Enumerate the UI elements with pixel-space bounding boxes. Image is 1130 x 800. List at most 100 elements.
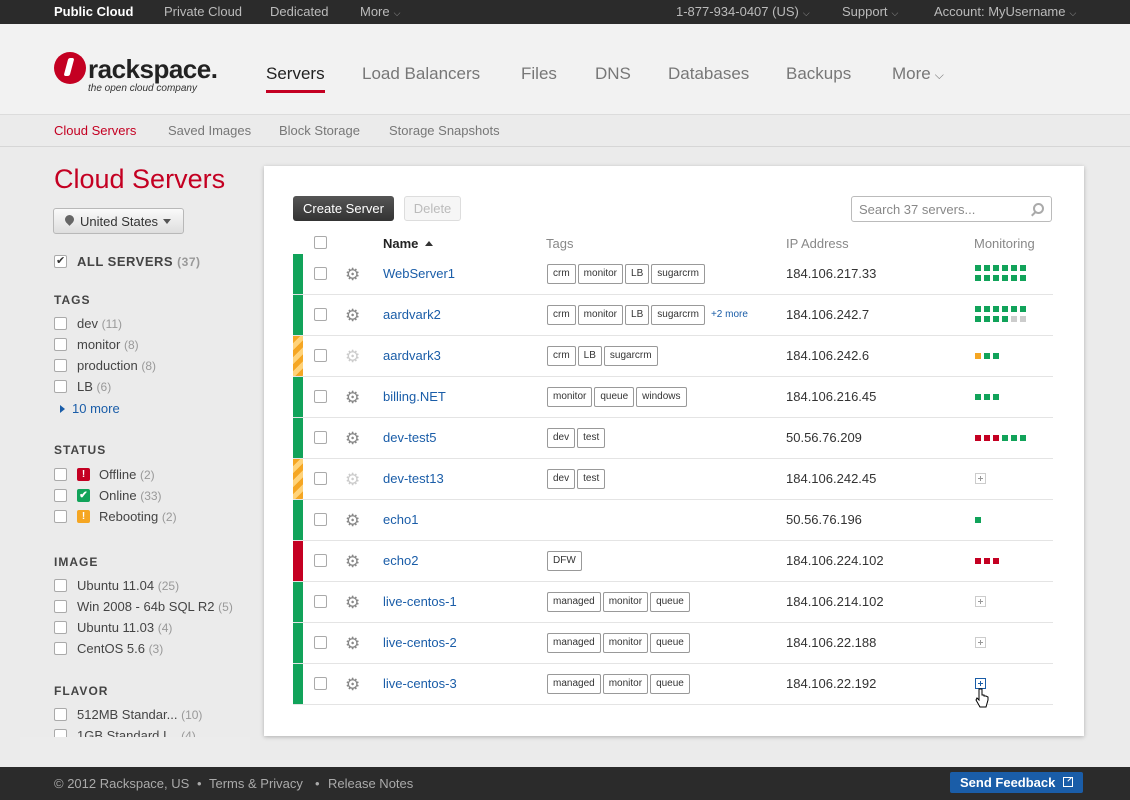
monitoring-status[interactable] — [975, 387, 1035, 407]
monitoring-status[interactable] — [975, 264, 1035, 284]
tag-chip[interactable]: windows — [636, 387, 687, 407]
tab-dedicated[interactable]: Dedicated — [270, 4, 329, 19]
server-row[interactable]: ⚙ WebServer1 crm monitor LB sugarcrm 184.106.2… — [293, 254, 1053, 295]
server-name-link[interactable]: dev-test5 — [383, 430, 436, 445]
tag-chip[interactable]: LB — [577, 346, 602, 366]
monitoring-status[interactable] — [975, 633, 1035, 653]
send-feedback-button[interactable]: Send Feedback — [950, 772, 1083, 793]
server-name-link[interactable]: live-centos-2 — [383, 635, 457, 650]
monitoring-status[interactable] — [975, 305, 1035, 325]
nav-files[interactable]: Files — [521, 64, 557, 84]
server-name-link[interactable]: echo2 — [383, 553, 418, 568]
tag-chip[interactable]: LB — [625, 305, 650, 325]
monitoring-status[interactable] — [975, 469, 1035, 489]
column-header-ip[interactable]: IP Address — [786, 236, 849, 251]
row-checkbox[interactable] — [314, 513, 327, 526]
tag-chip[interactable]: queue — [650, 674, 690, 694]
gear-icon[interactable]: ⚙ — [345, 471, 362, 488]
image-checkbox[interactable] — [54, 600, 67, 613]
server-name-link[interactable]: billing.NET — [383, 389, 446, 404]
delete-button[interactable]: Delete — [404, 196, 461, 221]
more-tags-link[interactable]: 10 more — [60, 401, 120, 416]
tag-chip[interactable]: sugarcrm — [651, 264, 705, 284]
row-checkbox[interactable] — [314, 636, 327, 649]
nav-load-balancers[interactable]: Load Balancers — [362, 64, 480, 84]
server-row[interactable]: ⚙ aardvark3 crm LB sugarcrm 184.106.242.6 — [293, 336, 1053, 377]
nav-databases[interactable]: Databases — [668, 64, 749, 84]
status-checkbox[interactable] — [54, 489, 67, 502]
server-row[interactable]: ⚙ dev-test5 dev test 50.56.76.209 — [293, 418, 1053, 459]
phone-menu[interactable]: 1-877-934-0407 (US) ⌵ — [676, 4, 810, 19]
subnav-block-storage[interactable]: Block Storage — [279, 123, 360, 138]
create-server-button[interactable]: Create Server — [293, 196, 394, 221]
tag-chip[interactable]: monitor — [602, 674, 649, 694]
gear-icon[interactable]: ⚙ — [345, 307, 362, 324]
tag-chip[interactable]: dev — [547, 428, 576, 448]
tag-chip[interactable]: monitor — [602, 633, 649, 653]
status-checkbox[interactable] — [54, 468, 67, 481]
tag-checkbox[interactable] — [54, 359, 67, 372]
tag-chip[interactable]: managed — [547, 592, 601, 612]
monitoring-status[interactable] — [975, 510, 1035, 530]
monitoring-status[interactable] — [975, 592, 1035, 612]
monitoring-status[interactable] — [975, 428, 1035, 448]
image-checkbox[interactable] — [54, 621, 67, 634]
tag-chip[interactable]: DFW — [547, 551, 582, 571]
gear-icon[interactable]: ⚙ — [345, 430, 362, 447]
gear-icon[interactable]: ⚙ — [345, 512, 362, 529]
tag-chip[interactable]: LB — [625, 264, 650, 284]
server-row[interactable]: ⚙ live-centos-3 managed monitor queue 184.106… — [293, 664, 1053, 705]
tag-checkbox[interactable] — [54, 380, 67, 393]
search-servers-input[interactable]: Search 37 servers... — [851, 196, 1052, 222]
server-name-link[interactable]: echo1 — [383, 512, 418, 527]
support-menu[interactable]: Support ⌵ — [842, 4, 898, 19]
tag-checkbox[interactable] — [54, 338, 67, 351]
add-monitoring-icon[interactable] — [975, 596, 986, 607]
release-notes-link[interactable]: Release Notes — [328, 776, 413, 791]
server-row[interactable]: ⚙ dev-test13 dev test 184.106.242.45 — [293, 459, 1053, 500]
row-checkbox[interactable] — [314, 308, 327, 321]
subnav-saved-images[interactable]: Saved Images — [168, 123, 251, 138]
row-checkbox[interactable] — [314, 390, 327, 403]
tag-chip[interactable]: test — [577, 469, 606, 489]
gear-icon[interactable]: ⚙ — [345, 348, 362, 365]
gear-icon[interactable]: ⚙ — [345, 635, 362, 652]
tag-chip[interactable]: crm — [547, 264, 576, 284]
account-menu[interactable]: Account: MyUsername ⌵ — [934, 4, 1076, 19]
add-monitoring-icon[interactable] — [975, 473, 986, 484]
tag-chip[interactable]: crm — [547, 346, 576, 366]
server-name-link[interactable]: WebServer1 — [383, 266, 455, 281]
gear-icon[interactable]: ⚙ — [345, 389, 362, 406]
server-row[interactable]: ⚙ aardvark2 crm monitor LB sugarcrm +2 more 184… — [293, 295, 1053, 336]
tab-private-cloud[interactable]: Private Cloud — [164, 4, 242, 19]
image-checkbox[interactable] — [54, 579, 67, 592]
server-row[interactable]: ⚙ echo2 DFW 184.106.224.102 — [293, 541, 1053, 582]
nav-more[interactable]: More ⌵ — [892, 64, 944, 84]
server-row[interactable]: ⚙ live-centos-2 managed monitor queue 184.106… — [293, 623, 1053, 664]
row-checkbox[interactable] — [314, 431, 327, 444]
tag-chip[interactable]: dev — [547, 469, 576, 489]
gear-icon[interactable]: ⚙ — [345, 266, 362, 283]
rackspace-logo-icon[interactable] — [54, 52, 86, 84]
server-row[interactable]: ⚙ billing.NET monitor queue windows 184.106.2… — [293, 377, 1053, 418]
column-header-name[interactable]: Name — [383, 236, 434, 251]
tag-chip[interactable]: queue — [650, 592, 690, 612]
server-row[interactable]: ⚙ live-centos-1 managed monitor queue 184.106… — [293, 582, 1053, 623]
nav-servers[interactable]: Servers — [266, 64, 325, 93]
tag-checkbox[interactable] — [54, 317, 67, 330]
tag-chip[interactable]: crm — [547, 305, 576, 325]
add-monitoring-icon[interactable] — [975, 637, 986, 648]
flavor-checkbox[interactable] — [54, 708, 67, 721]
server-name-link[interactable]: dev-test13 — [383, 471, 444, 486]
row-checkbox[interactable] — [314, 677, 327, 690]
row-checkbox[interactable] — [314, 595, 327, 608]
all-servers-checkbox[interactable] — [54, 254, 67, 268]
server-name-link[interactable]: aardvark3 — [383, 348, 441, 363]
row-checkbox[interactable] — [314, 349, 327, 362]
search-icon[interactable] — [1033, 203, 1044, 214]
tag-chip[interactable]: managed — [547, 674, 601, 694]
tag-chip[interactable]: monitor — [602, 592, 649, 612]
nav-dns[interactable]: DNS — [595, 64, 631, 84]
gear-icon[interactable]: ⚙ — [345, 676, 362, 693]
gear-icon[interactable]: ⚙ — [345, 553, 362, 570]
